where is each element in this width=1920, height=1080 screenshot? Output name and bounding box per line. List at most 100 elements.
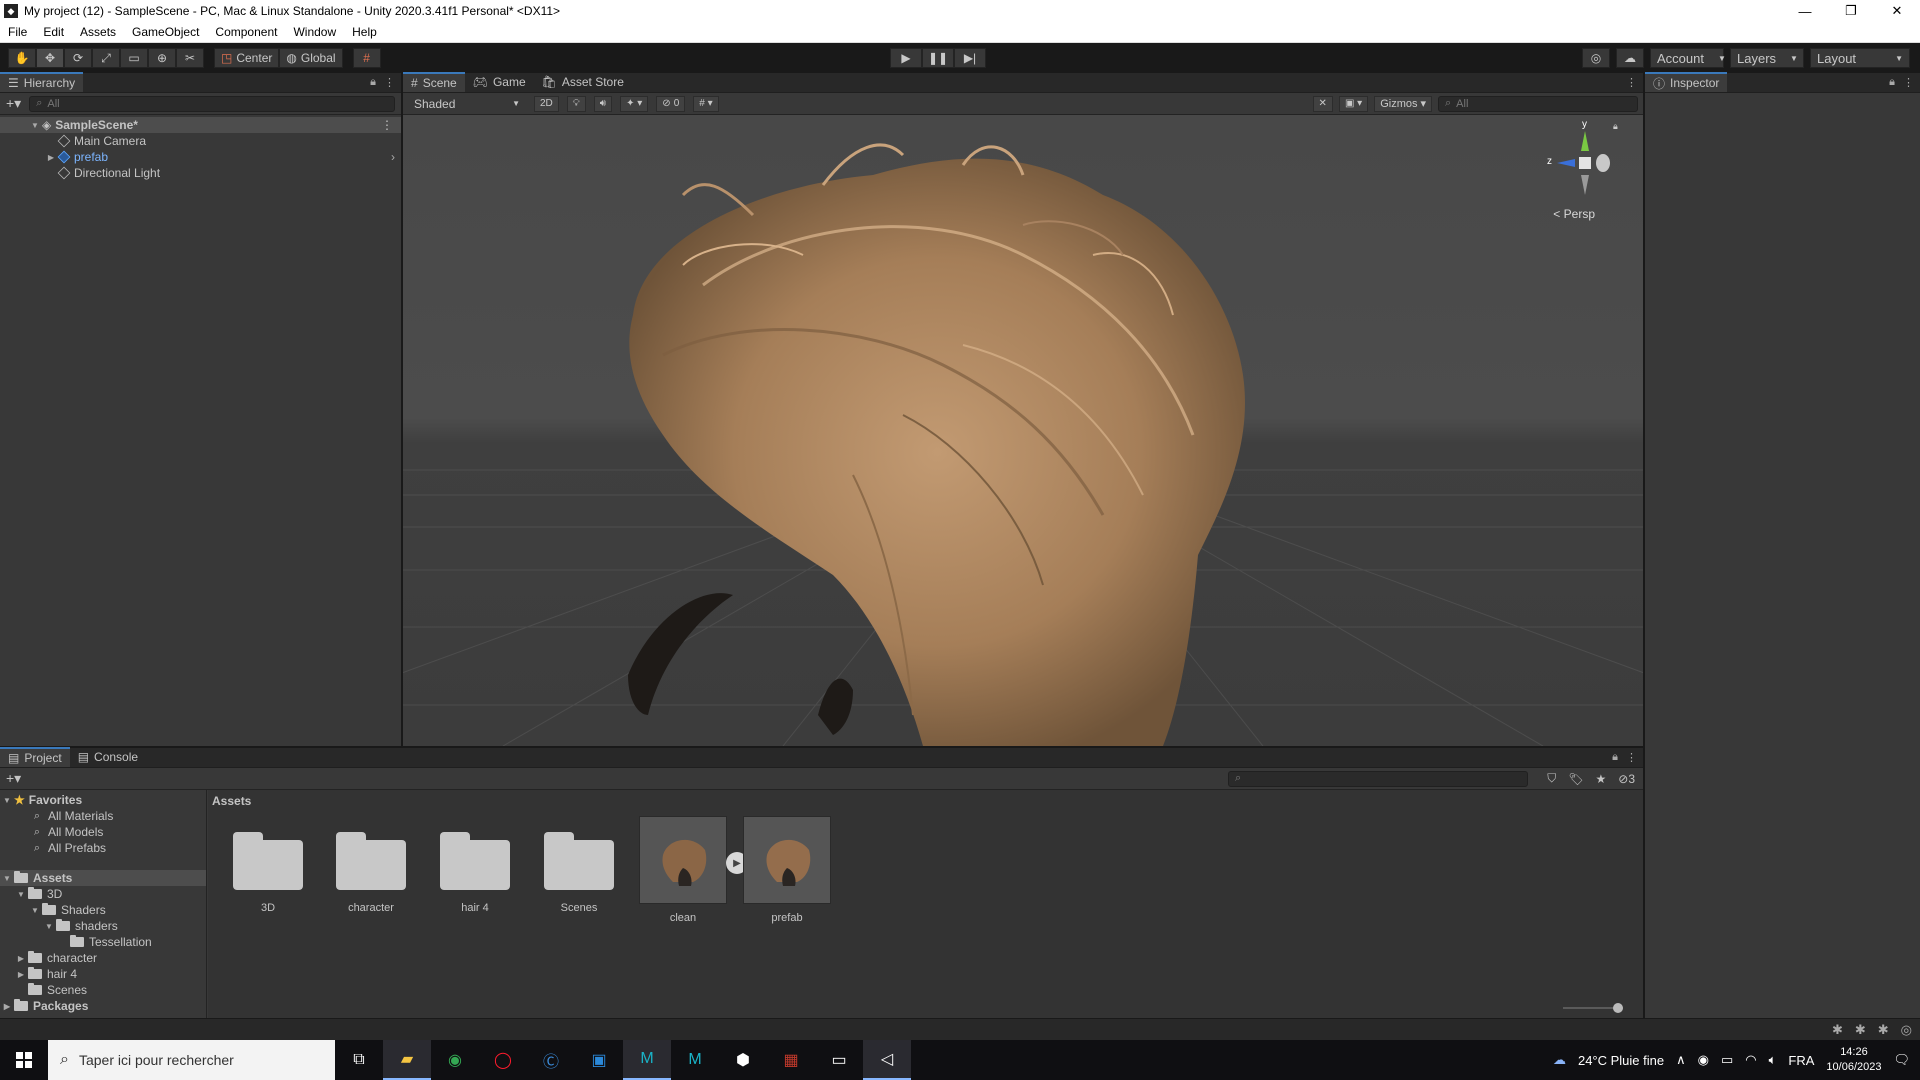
audio-toggle-icon[interactable]: 🔊︎ xyxy=(593,95,613,112)
favorites-row[interactable]: ▼ ★ Favorites xyxy=(0,792,206,808)
tools-icon[interactable]: ✕ xyxy=(1312,95,1333,112)
gizmo-lock-icon[interactable]: 🔒︎ xyxy=(1613,121,1618,132)
hierarchy-row[interactable]: ▶ prefab › xyxy=(0,149,401,165)
progress-icon[interactable]: ◎ xyxy=(1901,1022,1912,1038)
winrar-icon[interactable]: ▦ xyxy=(767,1040,815,1080)
play-button[interactable]: ▶ xyxy=(890,48,922,68)
packages-row[interactable]: ▶ Packages xyxy=(0,998,206,1014)
asset-model-clean[interactable]: ▶ clean xyxy=(638,816,748,924)
weather-text[interactable]: 24°C Pluie fine xyxy=(1578,1053,1664,1068)
battery-icon[interactable]: ▭ xyxy=(1721,1052,1733,1068)
account-dropdown[interactable]: Account ▼ xyxy=(1650,48,1726,68)
tab-inspector[interactable]: ⓘ Inspector xyxy=(1645,72,1728,92)
network-icon[interactable]: ✱ xyxy=(1855,1022,1866,1038)
unity-hub-icon[interactable]: ⬢ xyxy=(719,1040,767,1080)
projection-toggle[interactable]: < Persp xyxy=(1553,207,1595,221)
menu-component[interactable]: Component xyxy=(207,25,285,39)
expand-arrow-icon[interactable]: ▼ xyxy=(42,922,56,931)
maximize-button[interactable]: ❐ xyxy=(1828,0,1874,22)
volume-icon[interactable]: 🔈︎ xyxy=(1769,1052,1777,1068)
camera-settings-icon[interactable]: ▣ ▾ xyxy=(1338,95,1369,112)
scene-orientation-gizmo[interactable]: y z 🔒︎ xyxy=(1543,119,1623,203)
taskbar-search-input[interactable]: ⌕ Taper ici pour rechercher xyxy=(48,1040,335,1080)
hierarchy-row[interactable]: Main Camera xyxy=(0,133,401,149)
tree-item[interactable]: ▼ 3D xyxy=(0,886,206,902)
expand-arrow-icon[interactable]: ▶ xyxy=(14,954,28,963)
cache-icon[interactable]: ✱ xyxy=(1878,1022,1889,1038)
asset-folder-hair-4[interactable]: hair 4 xyxy=(430,820,520,914)
create-button[interactable]: +▾ xyxy=(6,95,21,112)
tree-item[interactable]: Scenes xyxy=(0,982,206,998)
menu-edit[interactable]: Edit xyxy=(35,25,72,39)
asset-folder-scenes[interactable]: Scenes xyxy=(534,820,624,914)
project-search-input[interactable]: ⌕ xyxy=(1228,770,1528,787)
slider-handle[interactable] xyxy=(1613,1003,1623,1013)
cloud-icon[interactable]: ☁ xyxy=(1616,48,1644,68)
hidden-objects-toggle[interactable]: ⊘ 0 xyxy=(656,95,686,112)
tree-item[interactable]: ▶ hair 4 xyxy=(0,966,206,982)
tree-item[interactable]: ▼ Shaders xyxy=(0,902,206,918)
move-tool-icon[interactable]: ✥ xyxy=(36,48,64,68)
clock[interactable]: 14:26 10/06/2023 xyxy=(1826,1045,1881,1075)
hand-tool-icon[interactable]: ✋ xyxy=(8,48,36,68)
filter-by-label-icon[interactable]: 🏷︎ xyxy=(1568,772,1583,786)
expand-arrow-icon[interactable]: ▼ xyxy=(0,874,14,883)
menu-file[interactable]: File xyxy=(0,25,35,39)
favorite-star-icon[interactable]: ★ xyxy=(1595,772,1606,786)
rect-tool-icon[interactable]: ▭ xyxy=(120,48,148,68)
collab-icon[interactable]: ◎ xyxy=(1582,48,1610,68)
grid-toggle-icon[interactable]: # ▾ xyxy=(693,95,719,112)
pivot-mode-button[interactable]: ◳ Center xyxy=(214,48,280,68)
wifi-icon[interactable]: ◠ xyxy=(1745,1052,1756,1068)
tab-game[interactable]: 🎮︎ Game xyxy=(465,72,534,92)
menu-gameobject[interactable]: GameObject xyxy=(124,25,207,39)
effects-toggle-icon[interactable]: ✦ ▾ xyxy=(620,95,649,112)
expand-arrow-icon[interactable]: ▼ xyxy=(14,890,28,899)
task-view-icon[interactable]: ⧉ xyxy=(335,1040,383,1080)
tree-item[interactable]: ▼ shaders xyxy=(0,918,206,934)
file-explorer-icon[interactable]: ▰ xyxy=(383,1040,431,1080)
unity-editor-icon[interactable]: ◁ xyxy=(863,1040,911,1080)
favorite-item[interactable]: ⌕ All Materials xyxy=(0,808,206,824)
tree-item[interactable]: ▶ character xyxy=(0,950,206,966)
close-button[interactable]: ✕ xyxy=(1874,0,1920,22)
store-icon[interactable]: ▣ xyxy=(575,1040,623,1080)
step-button[interactable]: ▶| xyxy=(954,48,986,68)
menu-assets[interactable]: Assets xyxy=(72,25,124,39)
tree-item[interactable]: Tessellation xyxy=(0,934,206,950)
ccleaner-icon[interactable]: Ⓒ xyxy=(527,1040,575,1080)
chrome-icon[interactable]: ◉ xyxy=(431,1040,479,1080)
tab-console[interactable]: ▤ Console xyxy=(70,747,146,767)
thumbnail-size-slider[interactable] xyxy=(1563,1003,1623,1013)
notes-icon[interactable]: ▭ xyxy=(815,1040,863,1080)
pivot-rotation-button[interactable]: ◍ Global xyxy=(279,48,343,68)
hidden-packages-toggle[interactable]: ⊘3 xyxy=(1618,772,1635,786)
scene-viewport[interactable]: y z 🔒︎ < Persp xyxy=(403,115,1643,746)
more-options-icon[interactable]: ⋮ xyxy=(1626,76,1637,89)
expand-arrow-icon[interactable]: ▶ xyxy=(44,153,58,162)
lock-icon[interactable]: 🔒︎ xyxy=(1612,751,1618,764)
scale-tool-icon[interactable]: ⤢ xyxy=(92,48,120,68)
expand-arrow-icon[interactable]: ▼ xyxy=(28,121,42,130)
minimize-button[interactable]: — xyxy=(1782,0,1828,22)
gizmos-dropdown[interactable]: Gizmos ▾ xyxy=(1374,95,1432,112)
tab-hierarchy[interactable]: ☰ Hierarchy xyxy=(0,72,84,92)
hierarchy-search-input[interactable]: ⌕ All xyxy=(29,95,395,112)
expand-arrow-icon[interactable]: ▼ xyxy=(0,796,14,805)
menu-window[interactable]: Window xyxy=(285,25,344,39)
filter-by-type-icon[interactable]: ⛉ xyxy=(1547,771,1556,786)
more-options-icon[interactable]: ⋮ xyxy=(1903,76,1914,89)
record-icon[interactable]: ◉ xyxy=(1698,1052,1709,1068)
shading-mode-dropdown[interactable]: Shaded ▼ xyxy=(408,95,526,112)
debug-icon[interactable]: ✱ xyxy=(1832,1022,1843,1038)
language-indicator[interactable]: FRA xyxy=(1788,1053,1814,1068)
hierarchy-scene-row[interactable]: ▼ ◈ SampleScene* ⋮ xyxy=(0,117,401,133)
chevron-up-icon[interactable]: ∧ xyxy=(1676,1052,1686,1068)
custom-tool-icon[interactable]: ✂ xyxy=(176,48,204,68)
create-button[interactable]: +▾ xyxy=(6,770,21,787)
assets-breadcrumb[interactable]: Assets xyxy=(212,794,251,808)
rotate-tool-icon[interactable]: ⟳ xyxy=(64,48,92,68)
hierarchy-row[interactable]: Directional Light xyxy=(0,165,401,181)
chevron-right-icon[interactable]: › xyxy=(391,150,395,164)
tab-project[interactable]: ▤ Project xyxy=(0,747,70,767)
